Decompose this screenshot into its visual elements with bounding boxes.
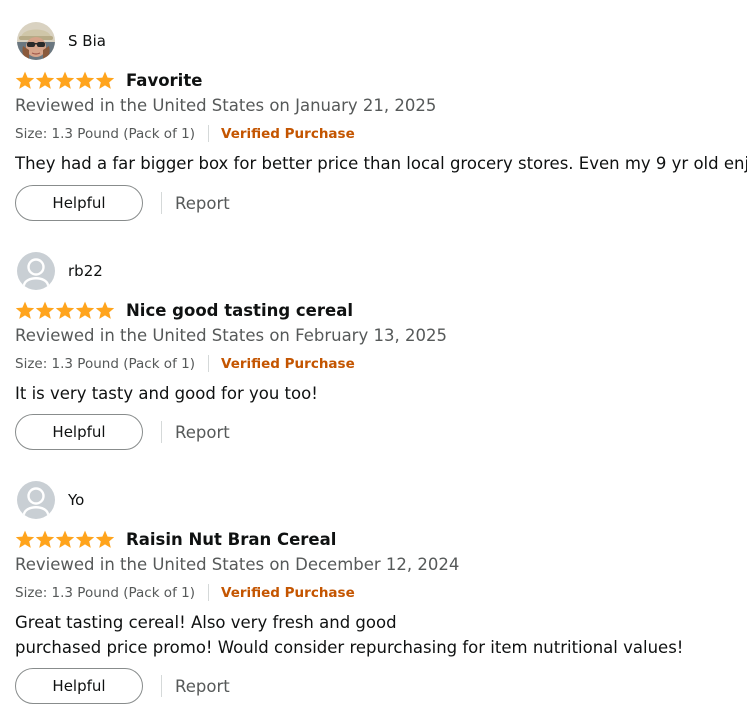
profile-name[interactable]: Yo [68,491,84,509]
avatar[interactable] [17,481,55,519]
review-body-line: It is very tasty and good for you too! [15,384,318,403]
review-format-row: Size: 1.3 Pound (Pack of 1) Verified Pur… [15,355,355,372]
star-icon [95,530,115,548]
divider [207,125,209,142]
report-link[interactable]: Report [175,194,230,213]
default-avatar-icon [17,481,55,519]
product-size: Size: 1.3 Pound (Pack of 1) [15,584,195,601]
star-icon [75,71,95,89]
star-icon [35,530,55,548]
review-actions: Helpful Report [15,185,230,221]
review-title[interactable]: Favorite [126,71,202,90]
star-rating[interactable] [15,301,115,320]
helpful-button[interactable]: Helpful [15,414,143,450]
star-icon [75,530,95,548]
divider [161,421,162,443]
star-icon [95,301,115,319]
divider [161,675,162,697]
review-format-row: Size: 1.3 Pound (Pack of 1) Verified Pur… [15,584,355,601]
verified-purchase-badge[interactable]: Verified Purchase [221,585,355,601]
divider [207,584,209,601]
star-icon [55,71,75,89]
review-body-line: They had a far bigger box for better pri… [15,154,747,173]
helpful-button[interactable]: Helpful [15,668,143,704]
star-icon [95,71,115,89]
product-size: Size: 1.3 Pound (Pack of 1) [15,125,195,142]
review-actions: Helpful Report [15,668,230,704]
avatar[interactable] [17,252,55,290]
helpful-button[interactable]: Helpful [15,185,143,221]
star-rating[interactable] [15,71,115,90]
review-format-row: Size: 1.3 Pound (Pack of 1) Verified Pur… [15,125,355,142]
star-icon [15,301,35,319]
review-body: It is very tasty and good for you too! [15,381,747,406]
review-actions: Helpful Report [15,414,230,450]
profile[interactable]: S Bia [17,21,106,61]
report-link[interactable]: Report [175,677,230,696]
star-icon [55,530,75,548]
star-icon [35,301,55,319]
star-icon [75,301,95,319]
product-size: Size: 1.3 Pound (Pack of 1) [15,355,195,372]
review-date: Reviewed in the United States on Decembe… [15,555,460,574]
report-link[interactable]: Report [175,423,230,442]
star-icon [15,530,35,548]
star-icon [15,71,35,89]
review-title[interactable]: Nice good tasting cereal [126,301,353,320]
profile-photo-icon [17,22,55,60]
star-icon [55,301,75,319]
verified-purchase-badge[interactable]: Verified Purchase [221,356,355,372]
divider [207,355,209,372]
review-body: They had a far bigger box for better pri… [15,151,747,176]
star-icon [35,71,55,89]
star-rating[interactable] [15,530,115,549]
profile[interactable]: Yo [17,480,84,520]
review-body-line: Great tasting cereal! Also very fresh an… [15,613,397,632]
review-title[interactable]: Raisin Nut Bran Cereal [126,530,336,549]
review-date: Reviewed in the United States on January… [15,96,437,115]
profile[interactable]: rb22 [17,251,103,291]
divider [161,192,162,214]
verified-purchase-badge[interactable]: Verified Purchase [221,126,355,142]
profile-name[interactable]: S Bia [68,32,106,50]
review-body: Great tasting cereal! Also very fresh an… [15,610,747,660]
avatar[interactable] [17,22,55,60]
profile-name[interactable]: rb22 [68,262,103,280]
review-body-line: purchased price promo! Would consider re… [15,638,684,657]
default-avatar-icon [17,252,55,290]
review-title-row: Favorite [15,68,202,92]
review-title-row: Nice good tasting cereal [15,298,353,322]
review-date: Reviewed in the United States on Februar… [15,326,447,345]
review-title-row: Raisin Nut Bran Cereal [15,527,336,551]
